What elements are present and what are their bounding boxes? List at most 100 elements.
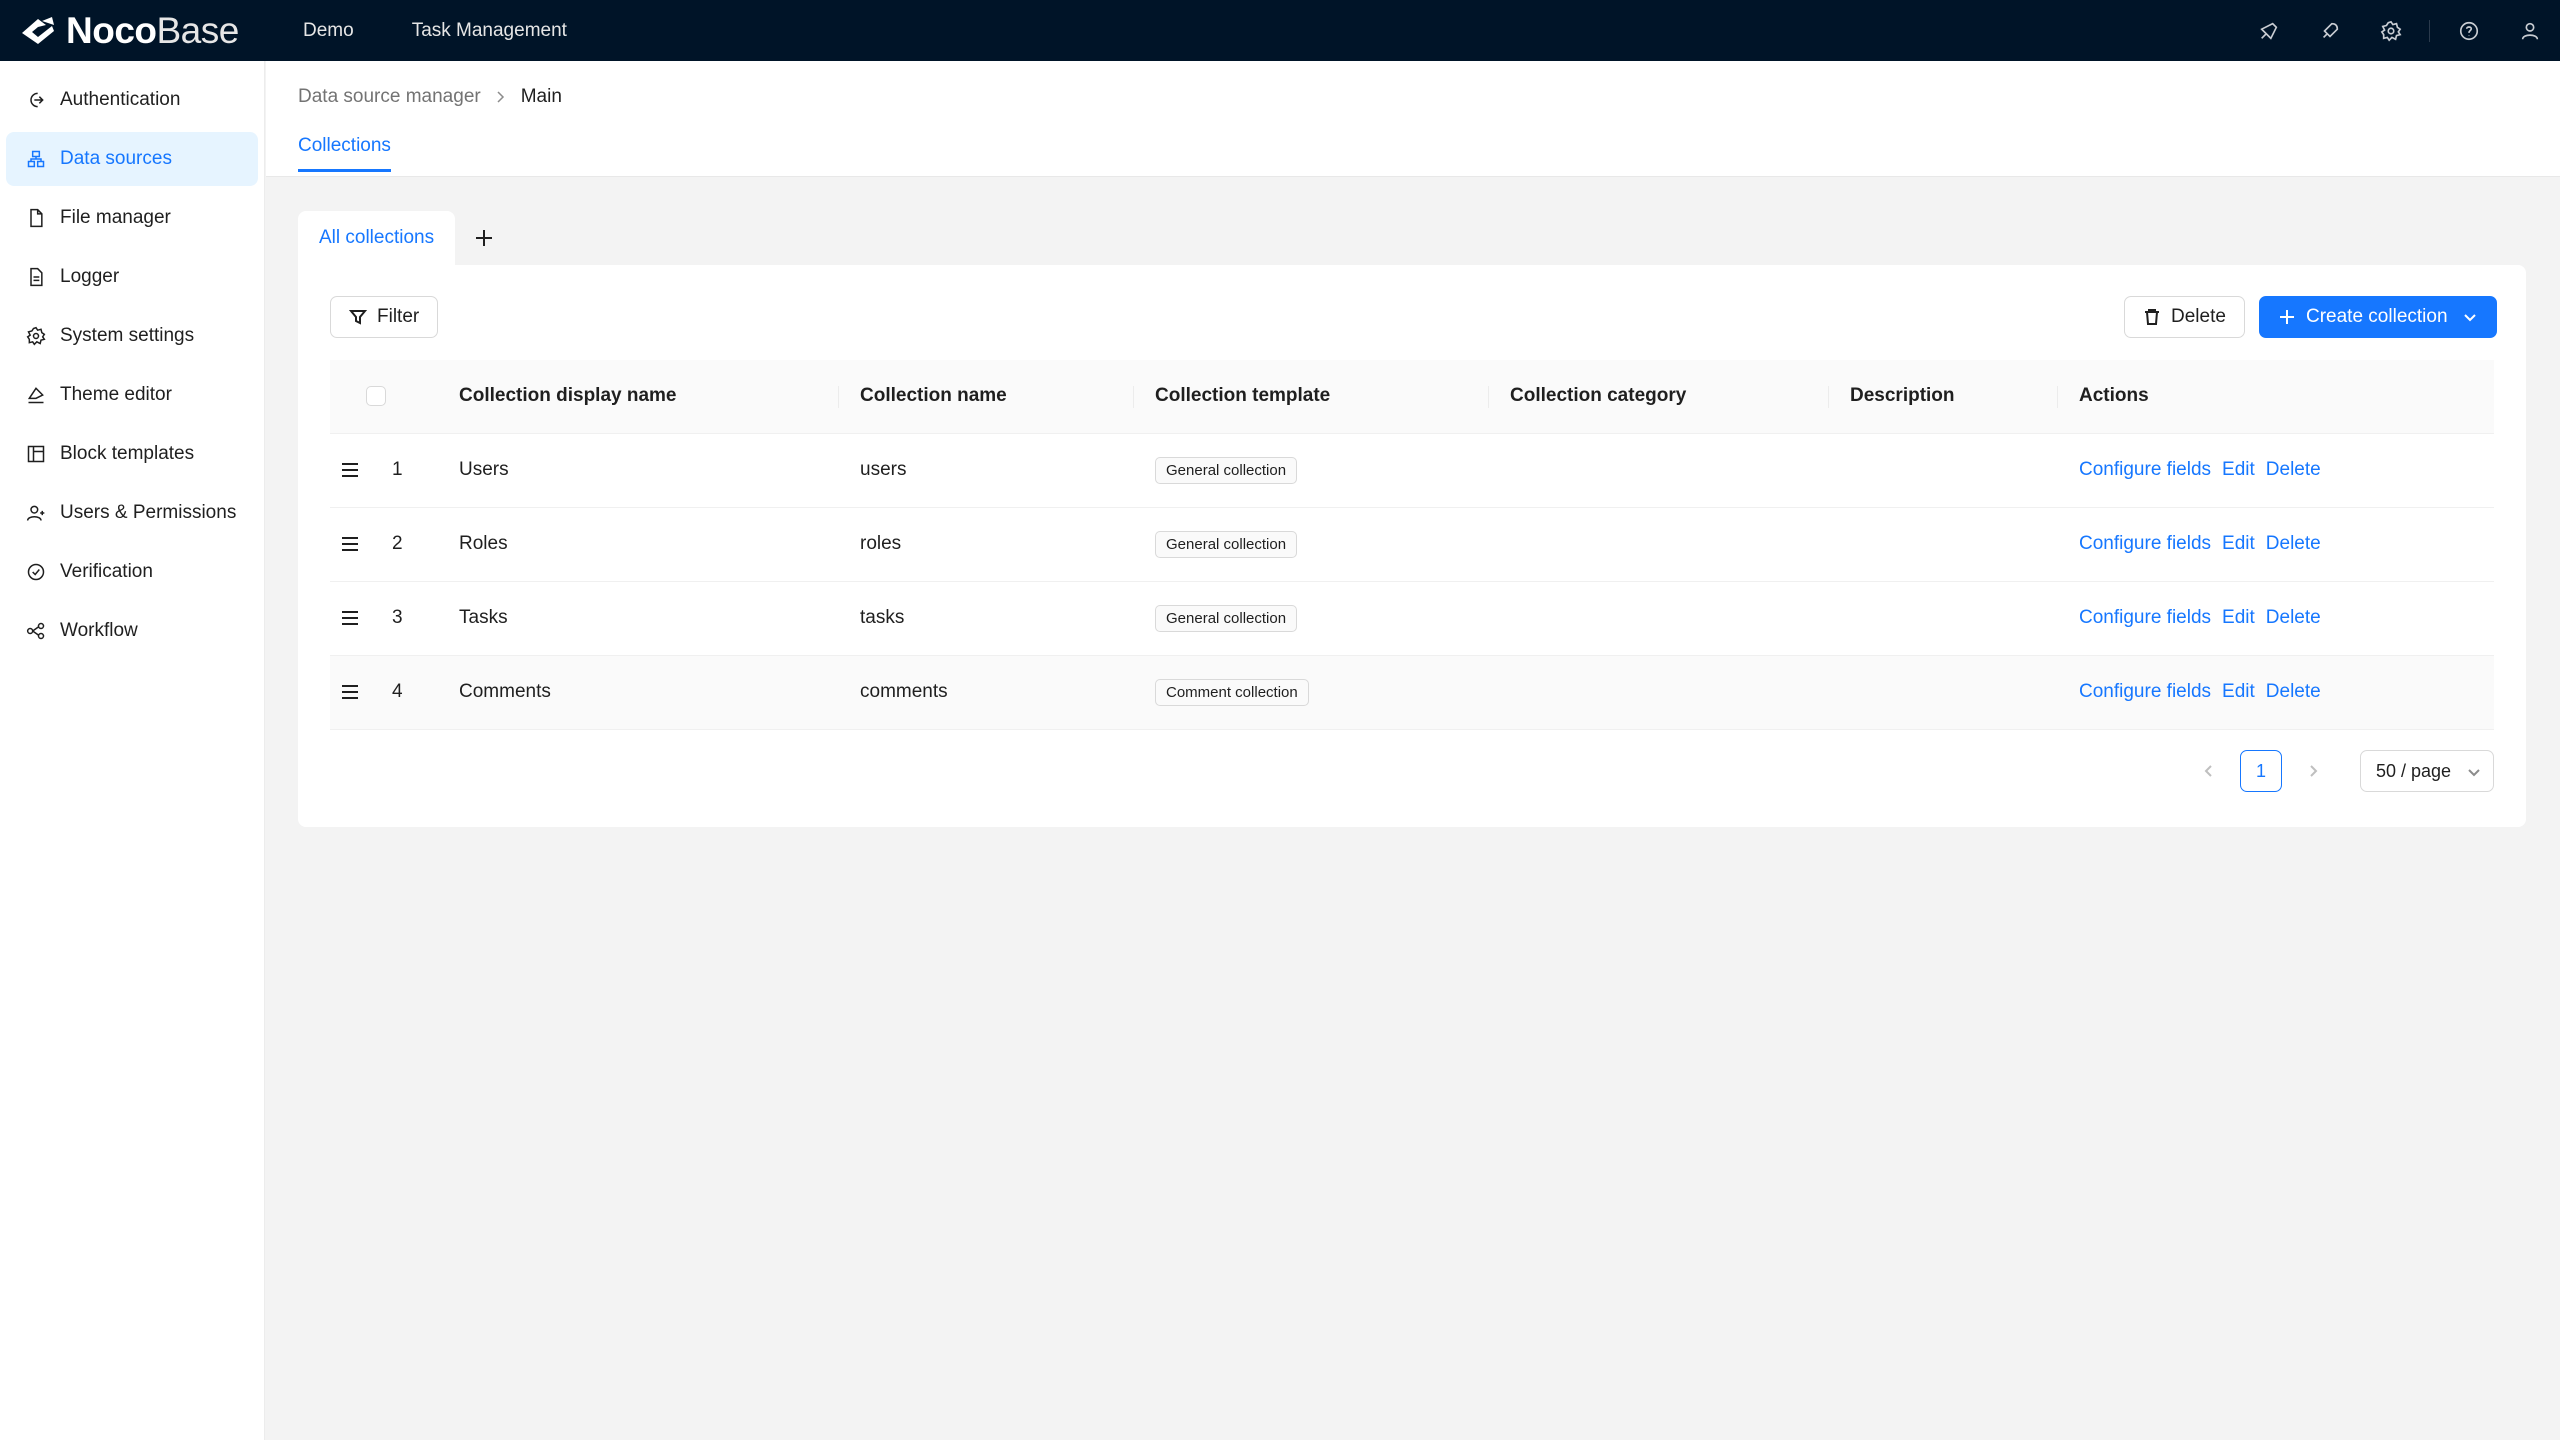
logo-text: NocoBase (66, 9, 239, 51)
chevron-right-icon (2310, 765, 2318, 777)
sidebar-item-theme-editor[interactable]: Theme editor (6, 368, 258, 422)
login-icon (30, 92, 44, 108)
cell-name: roles (838, 507, 1133, 582)
nav-item-demo[interactable]: Demo (303, 20, 354, 42)
top-icons (2238, 0, 2560, 61)
table-row[interactable]: 3 Tasks tasks General collection Configu… (330, 581, 2494, 656)
gear-icon[interactable] (2360, 0, 2421, 61)
sidebar-item-authentication[interactable]: Authentication (6, 73, 258, 127)
column-header: Collection template (1133, 360, 1488, 434)
row-index: 2 (392, 533, 403, 554)
sidebar-item-file-manager[interactable]: File manager (6, 191, 258, 245)
sidebar-item-logger[interactable]: Logger (6, 250, 258, 304)
sidebar-item-data-sources[interactable]: Data sources (6, 132, 258, 186)
configure-fields-link[interactable]: Configure fields (2079, 607, 2211, 628)
table-header-row: Collection display name Collection name … (330, 360, 2494, 434)
sidebar-item-label: Workflow (60, 620, 138, 641)
tab-collections[interactable]: Collections (298, 135, 391, 172)
column-header: Description (1828, 360, 2057, 434)
filter-button[interactable]: Filter (330, 296, 439, 338)
sidebar: Authentication Data sources File manager… (0, 61, 265, 1440)
help-icon[interactable] (2438, 0, 2499, 61)
file-icon (30, 208, 43, 228)
create-collection-button[interactable]: Create collection (2259, 296, 2497, 338)
sidebar-item-block-templates[interactable]: Block templates (6, 427, 258, 481)
paint-icon (27, 387, 44, 404)
create-collection-label: Create collection (2306, 306, 2448, 327)
edit-link[interactable]: Edit (2222, 459, 2255, 480)
collections-card: Filter Delete Create collection Collecti… (298, 265, 2526, 827)
sidebar-item-label: Users & Permissions (60, 502, 237, 523)
rocket-icon[interactable] (2299, 0, 2360, 61)
filter-button-label: Filter (377, 306, 420, 327)
template-tag: Comment collection (1155, 678, 1309, 706)
template-tag: General collection (1155, 604, 1298, 632)
brush-icon[interactable] (2238, 0, 2299, 61)
cell-name: tasks (838, 581, 1133, 656)
edit-link[interactable]: Edit (2222, 533, 2255, 554)
sidebar-item-label: Verification (60, 561, 153, 582)
cell-display-name: Users (437, 433, 838, 508)
chevron-down-icon (2463, 314, 2476, 322)
delete-link[interactable]: Delete (2266, 681, 2321, 702)
select-all-cell (330, 360, 437, 434)
delete-link[interactable]: Delete (2266, 533, 2321, 554)
top-nav: Demo Task Management (303, 20, 625, 42)
sidebar-item-label: File manager (60, 207, 171, 228)
column-header: Collection category (1488, 360, 1828, 434)
breadcrumb-data-source-manager[interactable]: Data source manager (298, 86, 481, 108)
edit-link[interactable]: Edit (2222, 681, 2255, 702)
tab-all-collections[interactable]: All collections (298, 211, 456, 265)
cell-name: comments (838, 655, 1133, 730)
workflow-icon (26, 622, 45, 640)
logo-mark-icon (22, 16, 54, 44)
add-category-button[interactable] (455, 211, 513, 265)
sidebar-item-system-settings[interactable]: System settings (6, 309, 258, 363)
prev-page-button[interactable] (2188, 750, 2230, 792)
user-icon[interactable] (2499, 0, 2560, 61)
drag-handle-icon[interactable] (340, 534, 360, 554)
table-row[interactable]: 2 Roles roles General collection Configu… (330, 507, 2494, 582)
configure-fields-link[interactable]: Configure fields (2079, 533, 2211, 554)
delete-button[interactable]: Delete (2124, 296, 2245, 338)
gear-icon (26, 326, 46, 346)
column-header: Actions (2057, 360, 2494, 434)
layout-icon (27, 445, 45, 463)
filter-icon (349, 310, 367, 325)
page-number[interactable]: 1 (2240, 750, 2282, 792)
cell-description (1828, 655, 2057, 730)
delete-link[interactable]: Delete (2266, 459, 2321, 480)
row-index: 3 (392, 607, 403, 628)
select-all-checkbox[interactable] (366, 386, 386, 407)
drag-handle-icon[interactable] (340, 682, 360, 702)
sidebar-item-users-permissions[interactable]: Users & Permissions (6, 486, 258, 540)
column-header: Collection display name (437, 360, 838, 434)
page-size-select[interactable]: 50 / page (2360, 750, 2494, 792)
log-file-icon (30, 267, 43, 287)
configure-fields-link[interactable]: Configure fields (2079, 459, 2211, 480)
database-icon (27, 150, 45, 168)
cell-name: users (838, 433, 1133, 508)
logo[interactable]: NocoBase (18, 10, 268, 52)
cell-display-name: Roles (437, 507, 838, 582)
table-row[interactable]: 4 Comments comments Comment collection C… (330, 655, 2494, 730)
check-circle-icon (27, 563, 45, 581)
sidebar-item-label: System settings (60, 325, 195, 346)
template-tag: General collection (1155, 456, 1298, 484)
drag-handle-icon[interactable] (340, 460, 360, 480)
pagination: 1 50 / page (2188, 750, 2494, 792)
next-page-button[interactable] (2292, 750, 2334, 792)
sidebar-item-workflow[interactable]: Workflow (6, 604, 258, 658)
configure-fields-link[interactable]: Configure fields (2079, 681, 2211, 702)
table-row[interactable]: 1 Users users General collection Configu… (330, 433, 2494, 508)
nav-item-task-management[interactable]: Task Management (412, 20, 567, 42)
edit-link[interactable]: Edit (2222, 607, 2255, 628)
delete-link[interactable]: Delete (2266, 607, 2321, 628)
trash-icon (2145, 309, 2159, 325)
breadcrumb: Data source manager Main (298, 86, 562, 108)
template-tag: General collection (1155, 530, 1298, 558)
users-icon (26, 505, 45, 521)
cell-display-name: Tasks (437, 581, 838, 656)
drag-handle-icon[interactable] (340, 608, 360, 628)
sidebar-item-verification[interactable]: Verification (6, 545, 258, 599)
